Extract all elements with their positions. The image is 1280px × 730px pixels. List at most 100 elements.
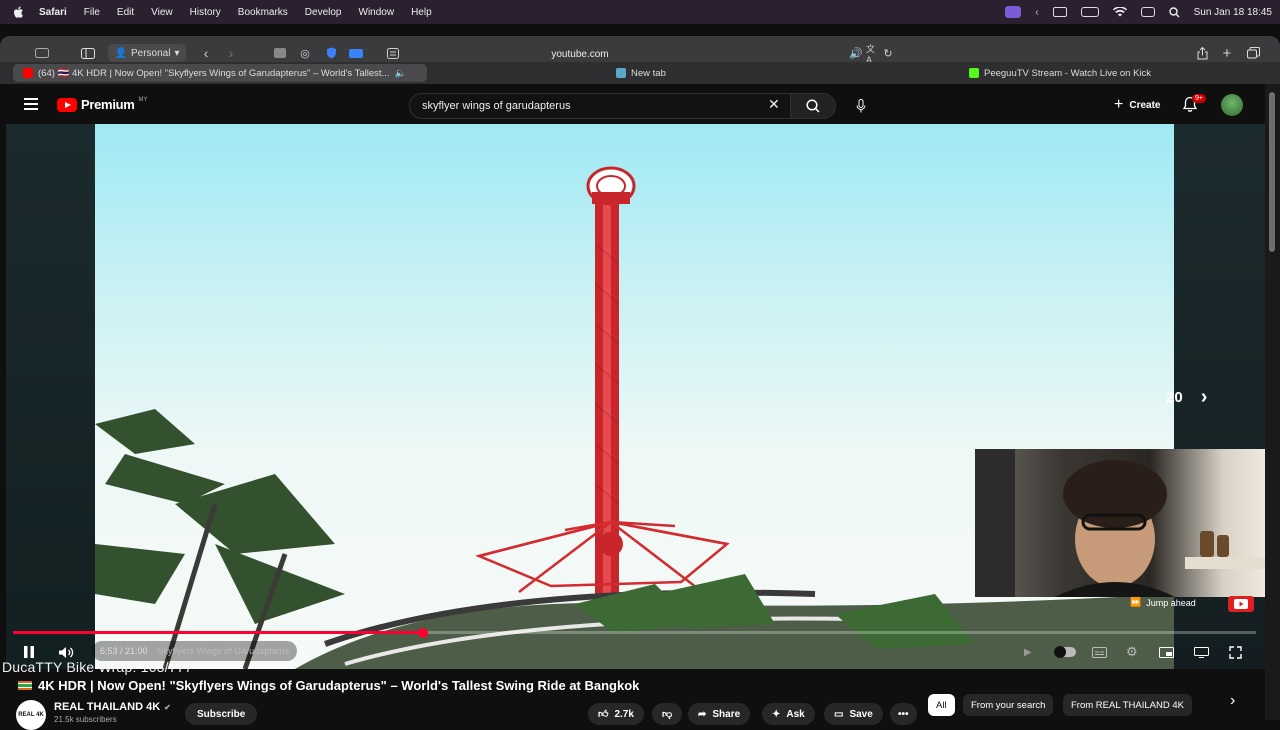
stream-overlay-text: DucaTTY Bike Wrap: 163/777 <box>2 659 193 675</box>
scrollbar-thumb[interactable] <box>1269 92 1275 252</box>
chip-from-search[interactable]: From your search <box>963 694 1054 716</box>
window-controls-icon[interactable] <box>34 44 50 62</box>
macos-menubar: Safari File Edit View History Bookmarks … <box>0 0 1280 24</box>
menu-window[interactable]: Window <box>359 7 395 18</box>
subscribe-button[interactable]: Subscribe <box>185 703 258 725</box>
chip-label: All <box>936 699 947 711</box>
battery-icon[interactable] <box>1080 7 1099 17</box>
youtube-play-logo-icon <box>57 97 77 112</box>
menu-file[interactable]: File <box>84 7 100 18</box>
subscribe-watermark[interactable] <box>1228 596 1254 612</box>
chevron-right-icon[interactable]: › <box>1201 386 1208 409</box>
voice-search-button[interactable] <box>848 93 874 119</box>
create-button[interactable]: + Create <box>1104 94 1170 116</box>
wifi-icon[interactable] <box>1112 7 1127 17</box>
autoplay-toggle[interactable] <box>1054 643 1076 661</box>
fullscreen-icon <box>1229 645 1242 659</box>
kick-favicon-icon <box>969 68 979 78</box>
tab-overview-icon[interactable] <box>1246 44 1260 62</box>
channel-name-link[interactable]: REAL THAILAND 4K ✔ <box>54 701 171 713</box>
thumbs-up-icon: 👍︎ <box>598 709 609 720</box>
premium-label: Premium <box>81 97 135 112</box>
save-button[interactable]: ▭ Save <box>824 703 883 725</box>
tab-label: PeeguuTV Stream - Watch Live on Kick <box>984 67 1152 79</box>
sparkle-icon: ✦ <box>772 708 781 720</box>
menu-icon[interactable] <box>24 98 38 110</box>
share-label: Share <box>712 708 741 720</box>
ask-label: Ask <box>786 708 805 720</box>
page-scrollbar[interactable] <box>1265 84 1280 720</box>
miniplayer-play-icon[interactable]: ▶ <box>1024 643 1032 661</box>
reload-icon[interactable]: ↻ <box>882 44 894 62</box>
clear-search-icon[interactable]: ✕ <box>768 96 780 113</box>
search-icon <box>806 99 820 113</box>
skip-forward-control[interactable]: 20 › <box>1166 386 1207 409</box>
chapter-label[interactable]: Skyflyers Wings of Garudaptarus <box>158 646 290 656</box>
notification-badge: 9+ <box>1192 94 1206 103</box>
youtube-favicon-icon <box>23 68 33 78</box>
miniplayer-button[interactable] <box>1159 643 1174 661</box>
menu-view[interactable]: View <box>151 7 173 18</box>
channel-row: REAL 4K REAL THAILAND 4K ✔ 21.5k subscri… <box>16 692 1266 730</box>
time-label: 6:53 / 21:00 <box>100 646 148 656</box>
display-icon[interactable] <box>1052 7 1067 17</box>
account-avatar[interactable] <box>1221 94 1243 116</box>
chips-next-icon[interactable]: › <box>1230 692 1235 710</box>
dislike-button[interactable]: 👎︎ <box>652 703 683 725</box>
audio-playing-icon[interactable]: 🔊 <box>849 44 863 62</box>
search-button[interactable] <box>790 93 836 119</box>
webcam-scene <box>975 449 1267 597</box>
clock-datetime[interactable]: Sun Jan 18 18:45 <box>1194 7 1272 18</box>
channel-avatar[interactable]: REAL 4K <box>16 700 46 730</box>
forward-button[interactable]: › <box>224 44 238 62</box>
video-title-row: 4K HDR | Now Open! "Skyflyers Wings of G… <box>18 678 639 693</box>
share-button[interactable]: ➦ Share <box>688 703 751 725</box>
jump-ahead-button[interactable]: ⏩ Jump ahead <box>1130 597 1196 608</box>
menu-edit[interactable]: Edit <box>117 7 134 18</box>
time-display: 6:53 / 21:00 Skyflyers Wings of Garudapt… <box>92 641 298 661</box>
settings-button[interactable]: ⚙ <box>1126 643 1138 661</box>
bookmark-icon: ▭ <box>834 708 844 720</box>
like-count: 2.7k <box>614 708 634 720</box>
gear-icon: ⚙ <box>1126 644 1138 659</box>
menu-history[interactable]: History <box>190 7 221 18</box>
like-button[interactable]: 👍︎ 2.7k <box>588 703 644 725</box>
chevron-left-icon[interactable]: ‹ <box>1035 7 1038 18</box>
plus-icon: + <box>1114 96 1124 113</box>
menu-bookmarks[interactable]: Bookmarks <box>238 7 288 18</box>
search-spotlight-icon[interactable] <box>1168 6 1180 18</box>
new-tab-icon[interactable]: + <box>1220 44 1234 62</box>
sidebar-toggle-icon[interactable] <box>80 44 96 62</box>
chip-all[interactable]: All <box>928 694 955 716</box>
pause-icon <box>24 646 34 658</box>
ask-button[interactable]: ✦ Ask <box>762 703 815 725</box>
jump-ahead-icon: ⏩ <box>1130 597 1142 607</box>
profile-switcher[interactable]: 👤 Personal ▾ <box>108 44 186 62</box>
jump-ahead-label: Jump ahead <box>1146 597 1196 608</box>
ambient-left <box>6 124 95 669</box>
chip-from-channel[interactable]: From REAL THAILAND 4K <box>1063 694 1192 716</box>
menu-help[interactable]: Help <box>411 7 432 18</box>
tab-new-tab[interactable]: New tab <box>606 64 676 82</box>
search-input[interactable]: skyflyer wings of garudapterus <box>409 93 791 119</box>
control-center-icon[interactable] <box>1140 7 1155 17</box>
tab-audio-icon[interactable]: 🔈 <box>394 68 406 79</box>
apple-icon[interactable] <box>13 6 27 19</box>
tab-youtube[interactable]: (64) 🇹🇭 4K HDR | Now Open! "Skyflyers Wi… <box>13 64 427 82</box>
screen-record-icon[interactable] <box>1005 6 1022 18</box>
cast-button[interactable] <box>1194 643 1209 661</box>
person-icon: 👤 <box>114 47 127 59</box>
back-button[interactable]: ‹ <box>199 44 213 62</box>
progress-bar[interactable] <box>13 627 1256 638</box>
search-query: skyflyer wings of garudapterus <box>422 100 571 112</box>
scrubber-handle[interactable] <box>418 627 429 638</box>
subtitles-button[interactable] <box>1092 643 1107 661</box>
translate-icon[interactable]: 文A <box>866 44 880 65</box>
tab-kick[interactable]: PeeguuTV Stream - Watch Live on Kick <box>959 64 1161 82</box>
menu-develop[interactable]: Develop <box>305 7 342 18</box>
menu-app-name[interactable]: Safari <box>39 7 67 18</box>
fullscreen-button[interactable] <box>1229 643 1242 661</box>
youtube-premium-logo[interactable]: Premium MY <box>57 97 148 112</box>
share-icon[interactable] <box>1195 44 1209 62</box>
more-actions-button[interactable]: ••• <box>890 703 917 725</box>
